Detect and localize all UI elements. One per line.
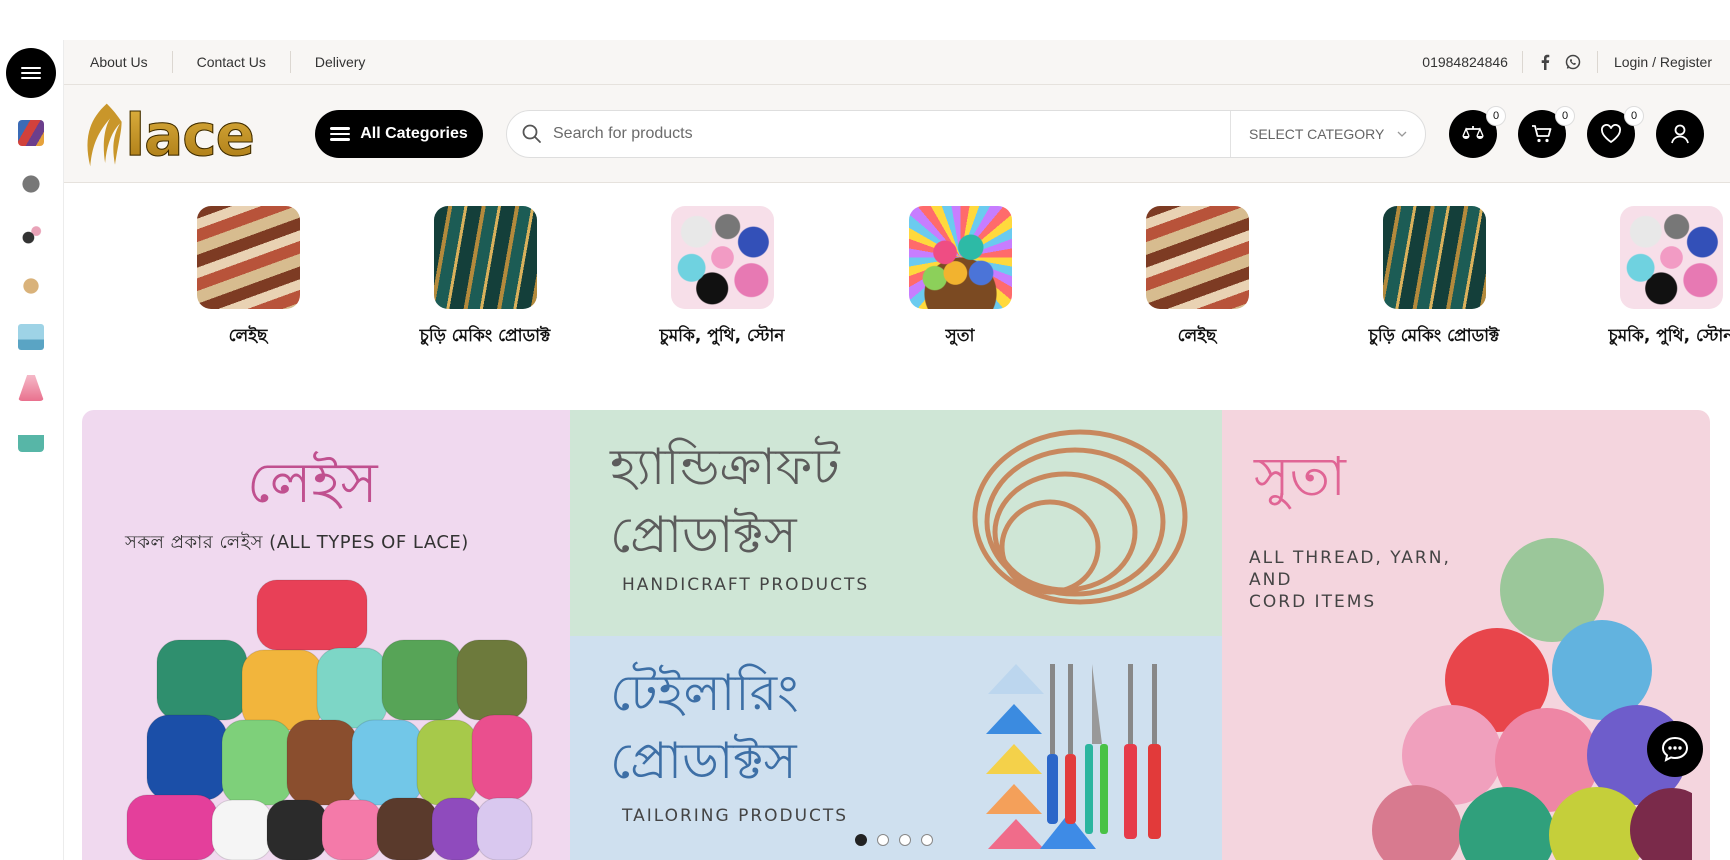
wishlist-button[interactable]: 0 <box>1587 106 1644 158</box>
cart-button[interactable]: 0 <box>1518 106 1575 158</box>
contact-us-link[interactable]: Contact Us <box>173 51 291 73</box>
compare-button[interactable]: 0 <box>1449 106 1506 158</box>
user-icon <box>1671 124 1689 144</box>
search-bar: SELECT CATEGORY <box>506 110 1426 158</box>
all-categories-button[interactable]: All Categories <box>315 110 483 158</box>
category-label: চুমকি, পুথি, স্টোন <box>1608 326 1730 346</box>
side-menu-button[interactable] <box>6 48 56 98</box>
category-item-bangle[interactable]: চুড়ি মেকিং প্রোডাক্ট <box>370 206 600 351</box>
slider-dot-2[interactable] <box>877 834 889 846</box>
hero-banner-grid: লেইস সকল প্রকার লেইস (ALL TYPES OF LACE) <box>82 410 1710 860</box>
thread-banner-title: সুতা <box>1254 445 1346 508</box>
rail-accessory-icon[interactable] <box>18 426 44 452</box>
category-select[interactable]: SELECT CATEGORY <box>1230 111 1425 157</box>
all-categories-label: All Categories <box>360 125 468 142</box>
left-category-rail <box>0 40 64 860</box>
slider-dot-3[interactable] <box>899 834 911 846</box>
bangle-thumbnail <box>433 206 537 309</box>
site-logo[interactable]: lace <box>82 93 256 177</box>
category-item-lace[interactable]: লেইছ <box>133 206 363 351</box>
category-select-value: SELECT CATEGORY <box>1249 126 1385 142</box>
thread-caption-line2: AND <box>1249 570 1293 590</box>
tailoring-title-line2: প্রোডাক্টস <box>610 732 797 790</box>
tailoring-caption: TAILORING PRODUCTS <box>622 806 849 826</box>
chat-icon <box>1661 736 1689 762</box>
rail-thread-icon[interactable] <box>18 171 44 197</box>
handicraft-banner[interactable]: হ্যান্ডিক্রাফট প্রোডাক্টস HANDICRAFT PRO… <box>570 410 1222 636</box>
category-item-beads[interactable]: চুমকি, পুথি, স্টোন <box>607 206 837 351</box>
category-label: লেইছ <box>1177 326 1217 346</box>
slider-dots <box>855 834 933 846</box>
category-label: লেইছ <box>228 326 268 346</box>
whatsapp-icon[interactable] <box>1565 54 1581 70</box>
category-carousel: লেইছ চুড়ি মেকিং প্রোডাক্ট চুমকি, পুথি, … <box>64 200 1730 360</box>
rail-dress-icon[interactable] <box>18 375 44 401</box>
category-item-bangle[interactable]: চুড়ি মেকিং প্রোডাক্ট <box>1319 206 1549 351</box>
category-label: সুতা <box>945 326 975 346</box>
lace-banner-subtitle: সকল প্রকার লেইস (ALL TYPES OF LACE) <box>125 532 469 553</box>
cart-icon <box>1532 125 1552 143</box>
menu-icon <box>21 64 41 82</box>
category-label: চুমকি, পুথি, স্টোন <box>659 326 785 346</box>
tailoring-banner[interactable]: টেইলারিং প্রোডাক্টস TAILORING PRODUCTS <box>570 636 1222 860</box>
category-label: চুড়ি মেকিং প্রোডাক্ট <box>1368 326 1500 346</box>
scale-icon <box>1462 126 1484 139</box>
chevron-down-icon <box>1397 131 1407 137</box>
lace-thumbnail <box>1145 206 1249 309</box>
top-bar: About Us Contact Us Delivery 01984824846… <box>64 40 1730 85</box>
hamburger-icon <box>330 124 351 144</box>
phone-number: 01984824846 <box>1422 51 1523 73</box>
beads-thumbnail <box>1619 206 1723 309</box>
lace-thumbnail <box>196 206 300 309</box>
lace-rolls-image <box>126 579 533 860</box>
chat-button[interactable] <box>1647 721 1703 777</box>
lace-banner[interactable]: লেইস সকল প্রকার লেইস (ALL TYPES OF LACE) <box>82 410 570 860</box>
category-item-thread[interactable]: সুতা <box>845 206 1075 351</box>
category-item-beads[interactable]: চুমকি, পুথি, স্টোন <box>1556 206 1730 351</box>
logo-text: lace <box>125 101 256 170</box>
wishlist-count: 0 <box>1624 106 1644 126</box>
yarn-balls-image <box>1372 538 1692 860</box>
rail-lace-icon[interactable] <box>18 120 44 146</box>
beads-thumbnail <box>670 206 774 309</box>
handicraft-caption: HANDICRAFT PRODUCTS <box>622 575 870 595</box>
slider-dot-1[interactable] <box>855 834 867 846</box>
embroidery-hoops-image <box>972 429 1188 605</box>
delivery-link[interactable]: Delivery <box>291 51 390 73</box>
tailoring-tools-image <box>986 664 1161 849</box>
cart-count: 0 <box>1555 106 1575 126</box>
thread-banner[interactable]: সুতা ALL THREAD, YARN, AND CORD ITEMS <box>1222 410 1710 860</box>
rail-beads-icon[interactable] <box>18 273 44 299</box>
compare-count: 0 <box>1486 106 1506 126</box>
login-register-link[interactable]: Login / Register <box>1598 54 1712 70</box>
heart-icon <box>1601 124 1621 144</box>
flame-logo-icon <box>87 103 122 167</box>
rail-craft-icon[interactable] <box>18 222 44 248</box>
search-input[interactable] <box>553 125 1230 143</box>
rail-machine-icon[interactable] <box>18 324 44 350</box>
category-label: চুড়ি মেকিং প্রোডাক্ট <box>419 326 551 346</box>
about-us-link[interactable]: About Us <box>64 51 173 73</box>
slider-dot-4[interactable] <box>921 834 933 846</box>
facebook-icon[interactable] <box>1539 54 1551 70</box>
handicraft-title-line2: প্রোডাক্টস <box>610 506 797 564</box>
thread-caption-line3: CORD ITEMS <box>1249 592 1377 612</box>
bangle-thumbnail <box>1382 206 1486 309</box>
account-button[interactable] <box>1656 110 1704 158</box>
search-icon <box>522 124 541 143</box>
thread-thumbnail <box>908 206 1012 309</box>
lace-banner-title: লেইস <box>247 451 378 516</box>
category-item-lace[interactable]: লেইছ <box>1082 206 1312 351</box>
main-header: lace All Categories SELECT CATEGORY 0 0 … <box>64 85 1730 183</box>
